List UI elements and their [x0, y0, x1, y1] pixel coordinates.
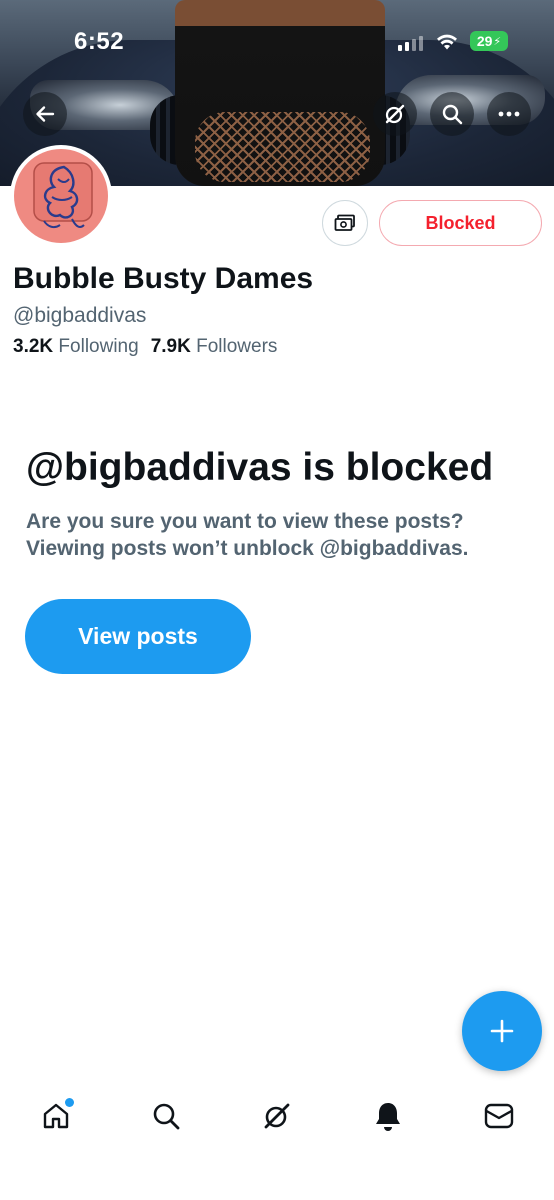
arrow-left-icon: [36, 106, 55, 122]
bottom-tab-bar: [0, 1082, 554, 1152]
home-notification-dot: [65, 1098, 74, 1107]
more-button[interactable]: [487, 92, 531, 136]
back-button[interactable]: [23, 92, 67, 136]
blocked-button[interactable]: Blocked: [379, 200, 542, 246]
profile-stats: 3.2K Following 7.9K Followers: [13, 336, 277, 358]
battery-indicator: 29 ⚡: [470, 31, 508, 51]
money-icon: [334, 214, 355, 231]
following-link[interactable]: 3.2K Following: [13, 336, 139, 357]
banner-fishnet: [195, 112, 370, 182]
avatar-silhouette-illustration: [33, 162, 93, 229]
search-icon: [442, 104, 463, 125]
tab-explore[interactable]: [146, 1096, 186, 1136]
plus-icon: [490, 1019, 514, 1043]
status-time: 6:52: [74, 28, 125, 55]
search-icon: [153, 1103, 180, 1130]
view-posts-button[interactable]: View posts: [25, 599, 251, 674]
grok-icon: [385, 104, 405, 124]
tab-messages[interactable]: [479, 1096, 519, 1136]
following-label: Following: [58, 336, 139, 357]
followers-link[interactable]: 7.9K Followers: [151, 336, 278, 357]
more-icon: [498, 111, 520, 117]
following-count: 3.2K: [13, 336, 54, 357]
bell-icon: [376, 1103, 400, 1131]
profile-handle: @bigbaddivas: [13, 304, 147, 327]
display-name: Bubble Busty Dames: [13, 262, 314, 295]
tab-notifications[interactable]: [368, 1096, 408, 1136]
status-bar: 6:52 29 ⚡: [0, 0, 554, 70]
tab-grok[interactable]: [257, 1096, 297, 1136]
charging-bolt-icon: ⚡: [493, 35, 502, 48]
blocked-message: Are you sure you want to view these post…: [26, 510, 469, 560]
mail-icon: [484, 1103, 514, 1129]
battery-level: 29: [476, 33, 493, 49]
search-profile-button[interactable]: [430, 92, 474, 136]
avatar-logo-image: [14, 149, 108, 243]
grok-icon: [264, 1103, 290, 1129]
followers-label: Followers: [196, 336, 278, 357]
blocked-title: @bigbaddivas is blocked: [26, 446, 494, 489]
wifi-icon: [437, 34, 457, 50]
followers-count: 7.9K: [150, 336, 191, 357]
cellular-signal-icon: [398, 35, 423, 51]
compose-button[interactable]: [462, 991, 542, 1071]
profile-avatar[interactable]: [10, 145, 112, 247]
tab-home[interactable]: [36, 1096, 76, 1136]
grok-button[interactable]: [373, 92, 417, 136]
subscribe-button[interactable]: [322, 200, 368, 246]
